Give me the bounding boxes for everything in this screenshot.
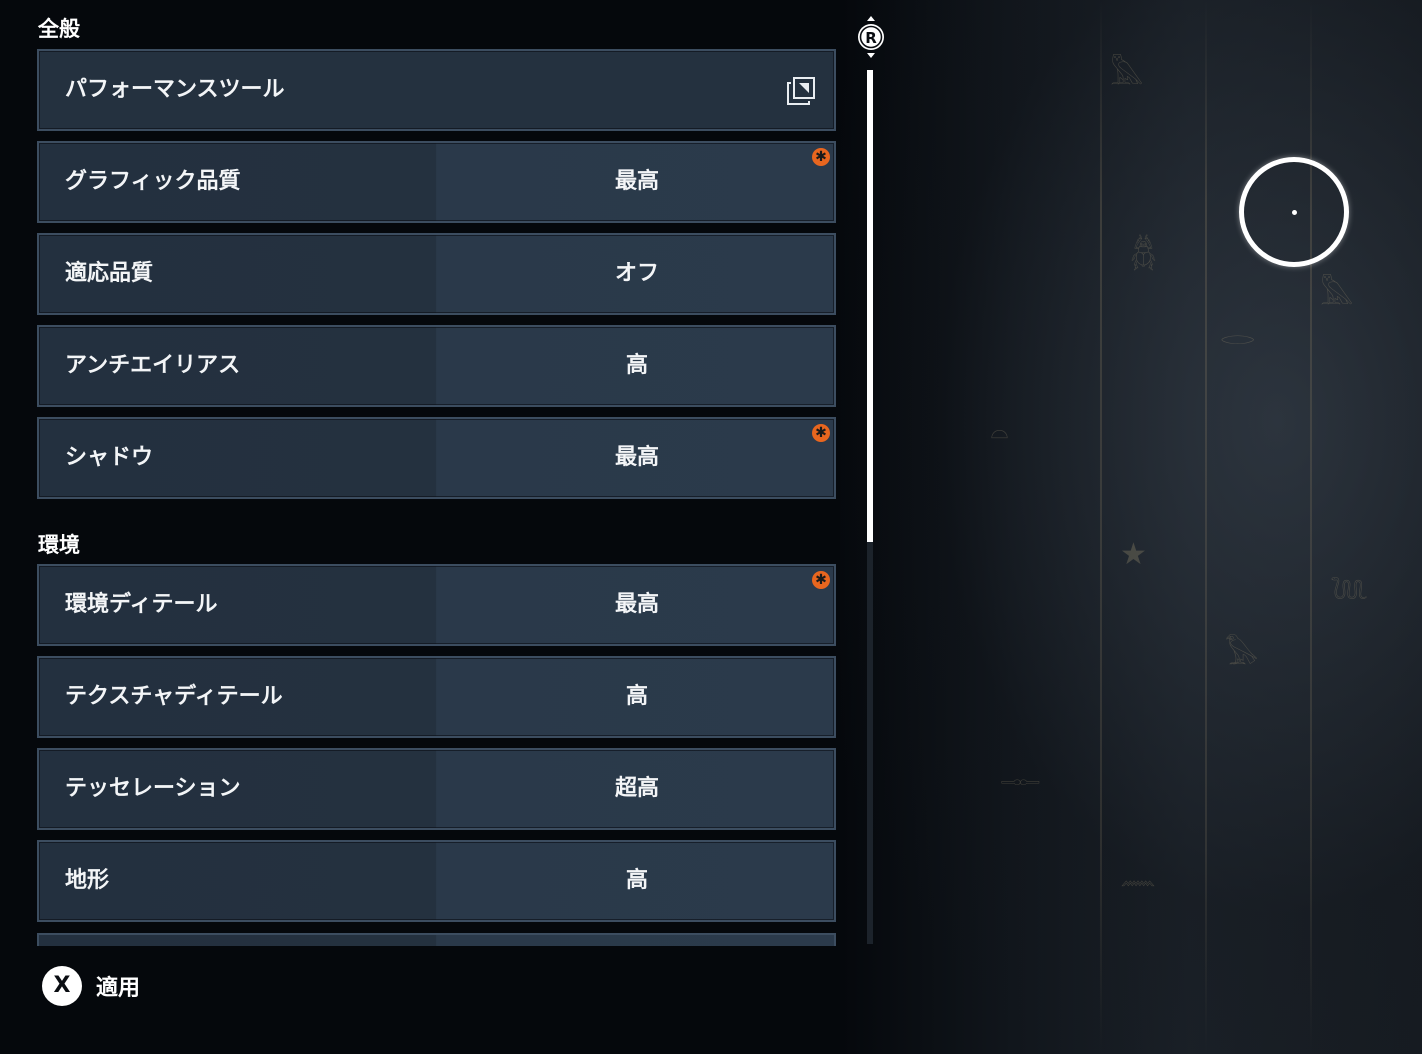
changed-indicator-icon: ✱	[812, 424, 830, 442]
changed-indicator-icon: ✱	[812, 148, 830, 166]
wall-column-line	[1205, 0, 1207, 1054]
cursor-center-dot	[1291, 209, 1297, 215]
setting-value: オフ	[614, 261, 659, 286]
setting-row-tessellation[interactable]: テッセレーション 超高	[37, 748, 836, 830]
x-button-icon[interactable]: X	[42, 966, 82, 1006]
setting-value: 高	[625, 353, 648, 378]
hieroglyph-decoration: 𓅓	[1320, 277, 1354, 312]
setting-row-anti-aliasing[interactable]: アンチエイリアス 高	[37, 325, 836, 407]
changed-indicator-icon: ✱	[812, 571, 830, 589]
setting-label: 適応品質	[65, 261, 154, 286]
setting-row-adaptive-quality[interactable]: 適応品質 オフ	[37, 233, 836, 315]
setting-label: テッセレーション	[65, 776, 241, 801]
hieroglyph-decoration: 𓏏	[990, 417, 1009, 452]
cursor-reticle-icon	[1239, 157, 1349, 267]
hieroglyph-decoration: 𓊃	[1000, 757, 1041, 792]
setting-value: 高	[625, 868, 648, 893]
setting-row-terrain[interactable]: 地形 高	[37, 840, 836, 922]
setting-value: 最高	[614, 445, 659, 470]
scrollbar-thumb[interactable]	[867, 70, 873, 542]
hieroglyph-decoration: 𓆣	[1130, 237, 1157, 272]
setting-row-texture-detail[interactable]: テクスチャディテール 高	[37, 656, 836, 738]
apply-button-label[interactable]: 適用	[96, 970, 140, 1002]
setting-value: 最高	[614, 169, 659, 194]
setting-row-graphics-quality[interactable]: グラフィック品質 最高 ✱	[37, 141, 836, 223]
wall-column-line	[1100, 0, 1102, 1054]
setting-label: パフォーマンスツール	[65, 77, 285, 102]
setting-label: 地形	[65, 868, 110, 893]
hieroglyph-decoration: ★	[1120, 537, 1147, 572]
hieroglyph-decoration: 𓈖	[1120, 857, 1156, 892]
section-title-environment: 環境	[38, 533, 80, 557]
hieroglyph-decoration: 𓆙	[1330, 577, 1369, 612]
hieroglyph-decoration: 𓂋	[1220, 317, 1256, 352]
section-title-general: 全般	[38, 17, 80, 41]
setting-value: 超高	[614, 776, 659, 801]
right-stick-scroll-icon: R	[858, 16, 884, 58]
setting-label: テクスチャディテール	[65, 684, 283, 709]
setting-label: 環境ディテール	[65, 592, 218, 617]
external-window-icon	[787, 77, 815, 105]
hieroglyph-decoration: 𓅃	[1225, 637, 1259, 672]
hieroglyph-decoration: 𓅓	[1110, 57, 1144, 92]
setting-value: 高	[625, 684, 648, 709]
setting-row-shadows[interactable]: シャドウ 最高 ✱	[37, 417, 836, 499]
setting-row-environment-detail[interactable]: 環境ディテール 最高 ✱	[37, 564, 836, 646]
setting-label: シャドウ	[65, 445, 154, 470]
background-hieroglyph-wall: 𓅓 𓆣 ★ 𓂋 𓅃 𓅓 𓆙 𓏏 𓊃 𓈖	[840, 0, 1422, 1054]
setting-row-performance-tools[interactable]: パフォーマンスツール	[37, 49, 836, 131]
setting-row-partially-visible[interactable]	[37, 933, 836, 946]
setting-label: アンチエイリアス	[65, 353, 241, 378]
wall-column-line	[1310, 0, 1312, 1054]
setting-label: グラフィック品質	[65, 169, 241, 194]
setting-value: 最高	[614, 592, 659, 617]
right-stick-label: R	[865, 29, 877, 47]
